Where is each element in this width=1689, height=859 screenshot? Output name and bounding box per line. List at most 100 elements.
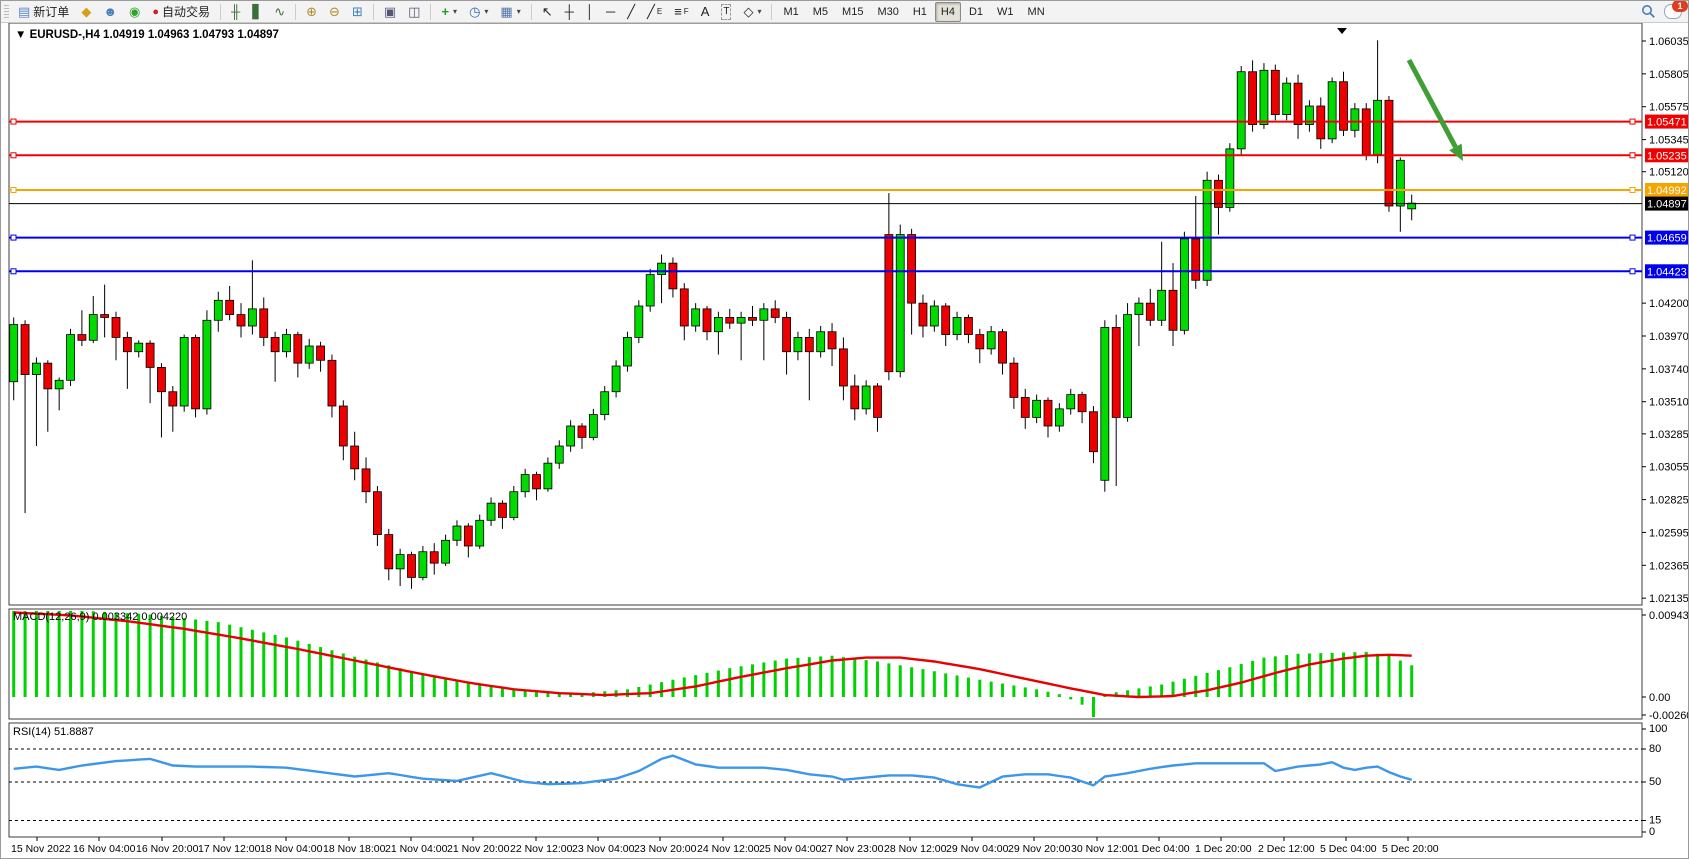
- line-handle[interactable]: [1630, 235, 1635, 240]
- line-handle[interactable]: [11, 153, 16, 158]
- candle-bull: [646, 275, 654, 306]
- time-axis-label: 18 Nov 18:00: [323, 843, 386, 855]
- price-axis-label: 1.03510: [1649, 397, 1689, 409]
- trendline-icon: ╱: [627, 5, 635, 19]
- autotrading-icon: ●: [152, 5, 159, 19]
- new-order-label: 新订单: [33, 4, 69, 20]
- hline-tool-button[interactable]: ─: [601, 2, 620, 22]
- candle-bear: [294, 335, 302, 364]
- chat-bubble-icon[interactable]: 1: [1664, 4, 1682, 19]
- trendline-tool-button[interactable]: ╱: [622, 2, 640, 22]
- candle-bull: [589, 415, 597, 438]
- line-handle[interactable]: [11, 188, 16, 193]
- candle-bull: [567, 426, 575, 446]
- candle-bear: [919, 303, 927, 326]
- candle-chart-button[interactable]: ▋: [247, 2, 267, 22]
- timeframe-button-D1[interactable]: D1: [963, 2, 989, 22]
- cursor-tool-button[interactable]: ↖: [537, 2, 558, 22]
- toolbar-separator: [220, 4, 221, 20]
- candle-bear: [385, 535, 393, 569]
- timeframe-button-M15[interactable]: M15: [836, 2, 869, 22]
- fibonacci-tool-button[interactable]: ≡F: [669, 2, 693, 22]
- candle-bear: [680, 289, 688, 326]
- tile-windows-button[interactable]: ⊞: [347, 2, 368, 22]
- candle-bull: [487, 503, 495, 520]
- chart-canvas[interactable]: 1.054711.052351.049921.046591.044231.048…: [1, 22, 1689, 859]
- search-icon[interactable]: [1641, 4, 1656, 19]
- bar-chart-button[interactable]: ╫: [226, 2, 245, 22]
- candle-bull: [987, 332, 995, 349]
- price-axis-badge-text: 1.05235: [1647, 150, 1687, 162]
- text-tool-button[interactable]: A: [696, 2, 715, 22]
- candle-bull: [1226, 149, 1234, 208]
- line-chart-icon: ∿: [274, 5, 285, 19]
- candle-bear: [192, 337, 200, 408]
- price-axis-label: 1.02825: [1649, 495, 1689, 507]
- vline-tool-button[interactable]: │: [581, 2, 599, 22]
- time-axis-label: 22 Nov 12:00: [510, 843, 573, 855]
- candle-bull: [203, 320, 211, 409]
- candle-bear: [771, 309, 779, 318]
- timeframe-button-MN[interactable]: MN: [1022, 2, 1051, 22]
- price-axis-label: 1.05345: [1649, 135, 1689, 147]
- candle-bull: [794, 337, 802, 351]
- time-axis-label: 16 Nov 04:00: [73, 843, 136, 855]
- price-axis-label: 1.03055: [1649, 462, 1689, 474]
- toolbar-separator: [771, 4, 772, 20]
- candle-bear: [1249, 72, 1257, 125]
- candle-bull: [1396, 160, 1404, 206]
- template-button[interactable]: ▦▾: [495, 2, 525, 22]
- timeframe-button-W1[interactable]: W1: [991, 2, 1020, 22]
- autotrading-button[interactable]: ● 自动交易: [147, 2, 215, 22]
- line-handle[interactable]: [1630, 269, 1635, 274]
- line-handle[interactable]: [11, 119, 16, 124]
- timeframe-group: M1M5M15M30H1H4D1W1MN: [776, 2, 1051, 22]
- arrows-tool-button[interactable]: ◇▾: [738, 2, 766, 22]
- horn-button[interactable]: ◆: [76, 2, 96, 22]
- timeframe-button-M30[interactable]: M30: [871, 2, 904, 22]
- candle-bear: [1021, 397, 1029, 417]
- line-handle[interactable]: [1630, 188, 1635, 193]
- new-order-button[interactable]: ▤ 新订单: [13, 2, 74, 22]
- timeframe-button-M5[interactable]: M5: [807, 2, 834, 22]
- arrange-button-b[interactable]: ◫: [403, 2, 425, 22]
- candle-bear: [1271, 70, 1279, 114]
- timeframe-button-H4[interactable]: H4: [935, 2, 961, 22]
- zoom-in-button[interactable]: ⊕: [301, 2, 322, 22]
- candle-bull: [601, 392, 609, 415]
- candle-bull: [180, 337, 188, 406]
- vertical-line-icon: │: [586, 5, 594, 19]
- channel-tool-button[interactable]: ╱E: [642, 2, 667, 22]
- label-tool-button[interactable]: T: [716, 2, 736, 22]
- signals-button[interactable]: ◉: [124, 2, 145, 22]
- new-chart-button[interactable]: +▾: [436, 2, 462, 22]
- candle-bear: [157, 367, 165, 391]
- line-handle[interactable]: [1630, 119, 1635, 124]
- zoom-out-button[interactable]: ⊖: [324, 2, 345, 22]
- toolbar-grip[interactable]: [4, 5, 9, 19]
- candle-bear: [942, 306, 950, 335]
- candle-bull: [953, 317, 961, 334]
- line-handle[interactable]: [11, 235, 16, 240]
- candle-bull: [692, 309, 700, 326]
- candle-bull: [930, 306, 938, 326]
- line-handle[interactable]: [11, 269, 16, 274]
- time-axis-label: 21 Nov 20:00: [447, 843, 510, 855]
- time-axis[interactable]: 15 Nov 202216 Nov 04:0016 Nov 20:0017 No…: [11, 837, 1439, 855]
- chart-title: ▼ EURUSD-,H4 1.04919 1.04963 1.04793 1.0…: [15, 29, 279, 41]
- price-axis-label: 1.03970: [1649, 331, 1689, 343]
- timeframe-button-M1[interactable]: M1: [777, 2, 804, 22]
- crosshair-tool-button[interactable]: ┼: [560, 2, 579, 22]
- candle-bear: [362, 469, 370, 492]
- profile-button[interactable]: ☻: [98, 2, 122, 22]
- candle-bear: [578, 426, 586, 437]
- arrange-button-a[interactable]: ▣: [379, 2, 401, 22]
- toolbar-separator: [295, 4, 296, 20]
- profiles-button[interactable]: ◷▾: [464, 2, 493, 22]
- line-handle[interactable]: [1630, 153, 1635, 158]
- candle-bull: [1067, 395, 1075, 409]
- candle-bull: [248, 309, 256, 326]
- line-chart-button[interactable]: ∿: [269, 2, 290, 22]
- timeframe-button-H1[interactable]: H1: [907, 2, 933, 22]
- candle-bear: [1089, 412, 1097, 452]
